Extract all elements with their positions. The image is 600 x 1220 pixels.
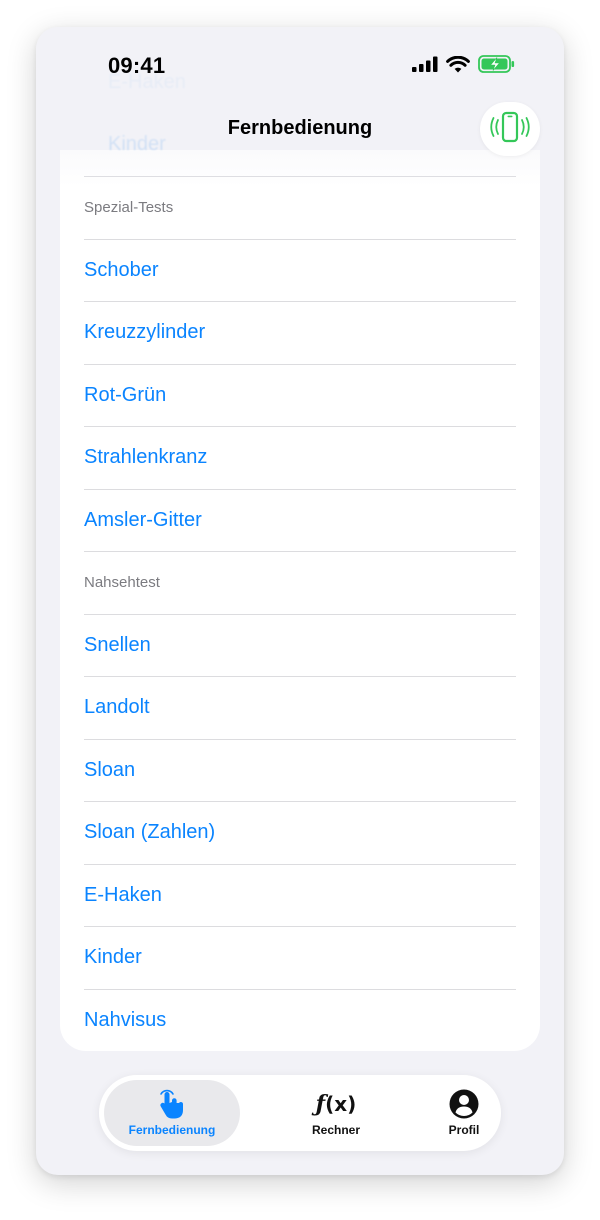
- list-item-sloan-zahlen[interactable]: Sloan (Zahlen): [84, 801, 516, 864]
- tab-label-profil: Profil: [448, 1123, 480, 1137]
- tab-label-rechner: Rechner: [311, 1123, 361, 1137]
- tab-rechner[interactable]: ƒ (x) Rechner: [269, 1080, 403, 1146]
- remote-connect-button[interactable]: [480, 102, 540, 156]
- list-item-kinder[interactable]: Kinder: [84, 926, 516, 989]
- person-circle-icon: [449, 1089, 479, 1119]
- tab-bar: Fernbedienung ƒ (x) Rechner Profil: [99, 1075, 501, 1151]
- list-item-e-haken[interactable]: E-Haken: [84, 863, 516, 927]
- list-item-amsler-gitter[interactable]: Amsler-Gitter: [84, 488, 516, 552]
- tab-fernbedienung[interactable]: Fernbedienung: [104, 1080, 240, 1146]
- battery-charging-icon: [478, 55, 516, 78]
- phone-screen: ​ E-Haken Kinder Spezial-Tests Schober K…: [36, 27, 564, 1175]
- list-item-snellen[interactable]: Snellen: [84, 613, 516, 677]
- list-item-rot-gruen[interactable]: Rot-Grün: [84, 363, 516, 427]
- list-item-schober[interactable]: Schober: [84, 238, 516, 302]
- function-icon: ƒ (x): [315, 1091, 357, 1117]
- tab-profil[interactable]: Profil: [397, 1080, 531, 1146]
- test-list: Spezial-Tests Schober Kreuzzylinder Rot-…: [84, 176, 516, 1051]
- list-item-sloan[interactable]: Sloan: [84, 738, 516, 802]
- section-header-nahsehtest: Nahsehtest: [84, 551, 516, 614]
- section-header-spezial-tests: Spezial-Tests: [84, 176, 516, 239]
- cellular-signal-icon: [412, 56, 438, 77]
- hand-tap-icon: [157, 1089, 187, 1119]
- status-bar: 09:41: [36, 27, 564, 105]
- phone-vibrating-icon: [488, 111, 532, 148]
- list-item-landolt[interactable]: Landolt: [84, 676, 516, 739]
- status-time: 09:41: [108, 53, 166, 78]
- status-icons: [412, 55, 516, 78]
- list-item-kreuzzylinder[interactable]: Kreuzzylinder: [84, 301, 516, 364]
- tab-label-fernbedienung: Fernbedienung: [128, 1123, 216, 1137]
- list-item-strahlenkranz[interactable]: Strahlenkranz: [84, 426, 516, 489]
- wifi-icon: [446, 55, 470, 78]
- list-item-nahvisus[interactable]: Nahvisus: [84, 988, 516, 1052]
